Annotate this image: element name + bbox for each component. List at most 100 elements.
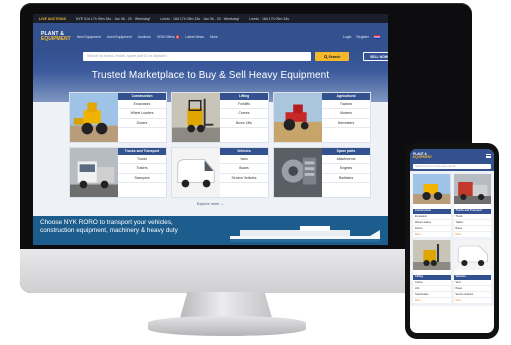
subcategory-link[interactable]: Forklifts bbox=[220, 100, 268, 110]
language-flag-icon[interactable] bbox=[374, 34, 380, 39]
subcategory-link[interactable]: Harvesters bbox=[322, 119, 370, 129]
nav-item-used-equipment[interactable]: Used Equipment bbox=[107, 35, 132, 39]
subcategory-link[interactable]: Attachments bbox=[322, 155, 370, 165]
monitor-screen: LIVE AUCTIONS NYE 01d 17h 09m 33s · Jan … bbox=[33, 14, 388, 245]
banner-line2: construction equipment, machinery & heav… bbox=[40, 227, 178, 234]
subcategory-link[interactable]: Engines bbox=[322, 164, 370, 174]
nav-item-oem-offers[interactable]: OEM Offers 8 bbox=[156, 34, 180, 39]
mobile-phone: PLANT & EQUIPMENT Search by brand, model… bbox=[405, 143, 499, 339]
mobile-header: PLANT & EQUIPMENT bbox=[410, 149, 494, 163]
shipping-ad-banner[interactable]: Choose NYK RORO to transport your vehicl… bbox=[33, 216, 388, 245]
ticker-item[interactable]: Leeds · 18d 17h 09m 33s bbox=[249, 17, 289, 21]
subcategory-link[interactable]: Trucks bbox=[118, 155, 166, 165]
tractor-image bbox=[274, 93, 322, 142]
truck-image bbox=[453, 174, 491, 204]
subcategory-link[interactable]: Trailers bbox=[118, 164, 166, 174]
wheel-loader-image bbox=[70, 93, 118, 142]
mobile-logo[interactable]: PLANT & EQUIPMENT bbox=[413, 152, 432, 159]
forklift-image bbox=[413, 239, 451, 270]
ticker-item[interactable]: Leeds · 18d 17h 09m 33s · Jan 06 - 20 · … bbox=[160, 17, 239, 21]
monitor-stand-neck bbox=[180, 292, 272, 318]
mobile-more-link[interactable]: More bbox=[454, 298, 492, 303]
auction-ticker: LIVE AUCTIONS NYE 01d 17h 09m 33s · Jan … bbox=[33, 14, 388, 23]
hamburger-menu-icon[interactable] bbox=[486, 154, 491, 158]
search-button-label: Search bbox=[328, 54, 341, 59]
category-title[interactable]: Agricultural bbox=[322, 93, 370, 100]
category-card-construction[interactable]: Construction Excavators Wheel Loaders Do… bbox=[69, 92, 167, 143]
search-icon bbox=[323, 54, 328, 59]
search-button[interactable]: Search bbox=[315, 52, 349, 61]
login-link[interactable]: Login bbox=[343, 35, 351, 39]
nav-item-more[interactable]: More bbox=[210, 35, 218, 39]
subcategory-link[interactable]: Tractors bbox=[322, 100, 370, 110]
category-title[interactable]: Construction bbox=[118, 93, 166, 100]
main-nav: New Equipment Used Equipment Auctions OE… bbox=[77, 34, 218, 39]
subcategory-link[interactable]: Wheel Loaders bbox=[118, 109, 166, 119]
hero-title: Trusted Marketplace to Buy & Sell Heavy … bbox=[91, 70, 330, 81]
category-title[interactable]: Trucks and Transport bbox=[118, 148, 166, 155]
mobile-more-link[interactable]: More bbox=[413, 232, 451, 237]
category-card-spare-parts[interactable]: Spare parts Attachments Engines Radiator… bbox=[273, 147, 371, 198]
nav-item-new-equipment[interactable]: New Equipment bbox=[77, 35, 101, 39]
nav-item-label: OEM Offers bbox=[156, 34, 175, 39]
forklift-image bbox=[172, 93, 220, 142]
search-input[interactable]: Search by brand, model, spare part ID or… bbox=[83, 52, 311, 61]
category-links: Agricultural Tractors Mowers Harvesters bbox=[322, 93, 370, 142]
subcategory-link[interactable]: Excavators bbox=[118, 100, 166, 110]
site-logo[interactable]: PLANT & EQUIPMENT bbox=[41, 31, 71, 42]
nav-item-auctions[interactable]: Auctions bbox=[138, 35, 151, 39]
mobile-category-card[interactable]: Trucks and Transport Trucks Trailers Bus… bbox=[453, 174, 492, 237]
device-mockup: LIVE AUCTIONS NYE 01d 17h 09m 33s · Jan … bbox=[0, 0, 511, 345]
category-title[interactable]: Vehicles bbox=[220, 148, 268, 155]
category-grid: Construction Excavators Wheel Loaders Do… bbox=[69, 92, 371, 198]
category-links: Vehicles Vans Buses Service Vehicles bbox=[220, 148, 268, 197]
mobile-category-card[interactable]: Vehicles Vans Buses Service Vehicles Mor… bbox=[453, 239, 492, 303]
category-card-lifting[interactable]: Lifting Forklifts Cranes Boom Lifts bbox=[171, 92, 269, 143]
mobile-logo-line2: EQUIPMENT bbox=[413, 155, 432, 159]
truck-image bbox=[70, 148, 118, 197]
banner-line1: Choose NYK RORO to transport your vehicl… bbox=[40, 219, 173, 226]
category-title[interactable]: Lifting bbox=[220, 93, 268, 100]
mobile-category-card[interactable]: Lifting Cranes Lifts Telehandlers More bbox=[413, 239, 451, 303]
explore-more-link[interactable]: Explore more → bbox=[33, 202, 388, 206]
category-card-trucks[interactable]: Trucks and Transport Trucks Trailers Swe… bbox=[69, 147, 167, 198]
mobile-search-input[interactable]: Search by brand, model, spare part ID bbox=[413, 164, 491, 169]
account-links: Login Register bbox=[343, 34, 380, 39]
nav-item-latest-news[interactable]: Latest News bbox=[185, 35, 204, 39]
category-title[interactable]: Spare parts bbox=[322, 148, 370, 155]
monitor-stand-base bbox=[148, 316, 306, 336]
search-row: Search by brand, model, spare part ID or… bbox=[83, 52, 388, 61]
category-links: Construction Excavators Wheel Loaders Do… bbox=[118, 93, 166, 142]
site-header: PLANT & EQUIPMENT New Equipment Used Equ… bbox=[33, 23, 388, 50]
ship-image bbox=[230, 226, 380, 242]
category-card-vehicles[interactable]: Vehicles Vans Buses Service Vehicles bbox=[171, 147, 269, 198]
ticker-live-label[interactable]: LIVE AUCTIONS bbox=[39, 17, 66, 21]
subcategory-link[interactable]: Service Vehicles bbox=[220, 174, 268, 184]
category-links: Spare parts Attachments Engines Radiator… bbox=[322, 148, 370, 197]
category-section: Construction Excavators Wheel Loaders Do… bbox=[33, 92, 388, 217]
register-link[interactable]: Register bbox=[356, 35, 369, 39]
subcategory-link[interactable]: Dozers bbox=[118, 119, 166, 129]
engine-parts-image bbox=[274, 148, 322, 197]
category-links: Lifting Forklifts Cranes Boom Lifts bbox=[220, 93, 268, 142]
wheel-loader-image bbox=[413, 174, 451, 204]
subcategory-link[interactable]: Cranes bbox=[220, 109, 268, 119]
subcategory-link[interactable]: Buses bbox=[220, 164, 268, 174]
van-image bbox=[453, 239, 491, 270]
subcategory-link[interactable]: Sweepers bbox=[118, 174, 166, 184]
sell-now-button[interactable]: SELL NOW bbox=[363, 52, 388, 61]
mobile-search-bar: Search by brand, model, spare part ID bbox=[410, 163, 494, 171]
van-image bbox=[172, 148, 220, 197]
phone-screen: PLANT & EQUIPMENT Search by brand, model… bbox=[410, 149, 494, 333]
mobile-category-card[interactable]: Construction Excavators Wheel Loaders Do… bbox=[413, 174, 451, 237]
subcategory-link[interactable]: Mowers bbox=[322, 109, 370, 119]
mobile-category-grid: Construction Excavators Wheel Loaders Do… bbox=[410, 171, 494, 306]
category-links: Trucks and Transport Trucks Trailers Swe… bbox=[118, 148, 166, 197]
category-card-agricultural[interactable]: Agricultural Tractors Mowers Harvesters bbox=[273, 92, 371, 143]
mobile-more-link[interactable]: More bbox=[413, 298, 451, 303]
ticker-item[interactable]: NYE 01d 17h 09m 33s · Jan 06 - 20 · Week… bbox=[76, 17, 150, 21]
subcategory-link[interactable]: Vans bbox=[220, 155, 268, 165]
subcategory-link[interactable]: Boom Lifts bbox=[220, 119, 268, 129]
mobile-more-link[interactable]: More bbox=[454, 232, 492, 237]
subcategory-link[interactable]: Radiators bbox=[322, 174, 370, 184]
